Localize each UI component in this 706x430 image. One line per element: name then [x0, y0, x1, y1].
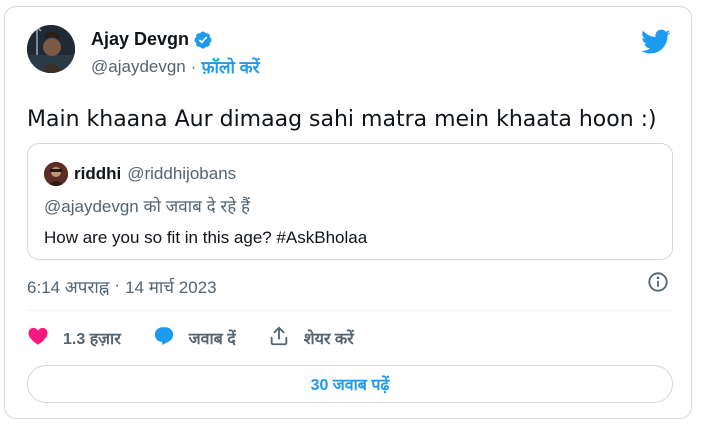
quoted-handle: @riddhijobans	[127, 164, 237, 183]
reply-bubble-icon	[153, 325, 175, 352]
quoted-tweet[interactable]: riddhi @riddhijobans @ajaydevgn को जवाब …	[27, 143, 673, 260]
action-bar: 1.3 हज़ार जवाब दें शेयर करें	[27, 325, 386, 351]
tweet-text: Main khaana Aur dimaag sahi matra mein k…	[27, 107, 657, 132]
reply-label: जवाब दें	[188, 331, 236, 348]
like-count: 1.3 हज़ार	[63, 331, 121, 348]
info-icon[interactable]	[647, 271, 669, 293]
follow-button[interactable]: फ़ॉलो करें	[201, 55, 259, 78]
author-name-row: Ajay Devgn	[91, 29, 213, 50]
separator-dot: ·	[190, 56, 197, 76]
share-label: शेयर करें	[303, 331, 354, 348]
quoted-reply-context: @ajaydevgn को जवाब दे रहे हैं	[44, 197, 251, 216]
heart-icon	[27, 325, 49, 352]
timestamp-separator: ·	[114, 275, 121, 294]
quoted-text: How are you so fit in this age? #AskBhol…	[44, 228, 368, 247]
quoted-author-avatar[interactable]	[44, 162, 68, 186]
read-replies-button[interactable]: 30 जवाब पढ़ें	[27, 365, 673, 403]
author-handle[interactable]: @ajaydevgn	[91, 57, 186, 77]
reply-button[interactable]: जवाब दें	[153, 325, 236, 352]
tweet-card: Ajay Devgn @ajaydevgn · फ़ॉलो करें Main …	[4, 6, 692, 419]
quoted-name-row: riddhi @riddhijobans	[74, 164, 236, 184]
share-icon	[268, 325, 290, 352]
author-handle-row: @ajaydevgn · फ़ॉलो करें	[91, 55, 260, 78]
author-display-name[interactable]: Ajay Devgn	[91, 29, 189, 50]
read-replies-label: 30 जवाब पढ़ें	[310, 377, 390, 394]
verified-badge-icon	[193, 30, 213, 50]
timestamp-time: 6:14 अपराह्न	[27, 278, 110, 297]
timestamp[interactable]: 6:14 अपराह्न · 14 मार्च 2023	[27, 275, 217, 298]
twitter-bird-icon[interactable]	[641, 29, 671, 55]
timestamp-date: 14 मार्च 2023	[125, 278, 217, 297]
author-avatar[interactable]	[27, 25, 75, 73]
divider	[27, 310, 673, 311]
quoted-display-name: riddhi	[74, 164, 122, 183]
like-button[interactable]: 1.3 हज़ार	[27, 325, 121, 352]
share-button[interactable]: शेयर करें	[268, 325, 354, 352]
